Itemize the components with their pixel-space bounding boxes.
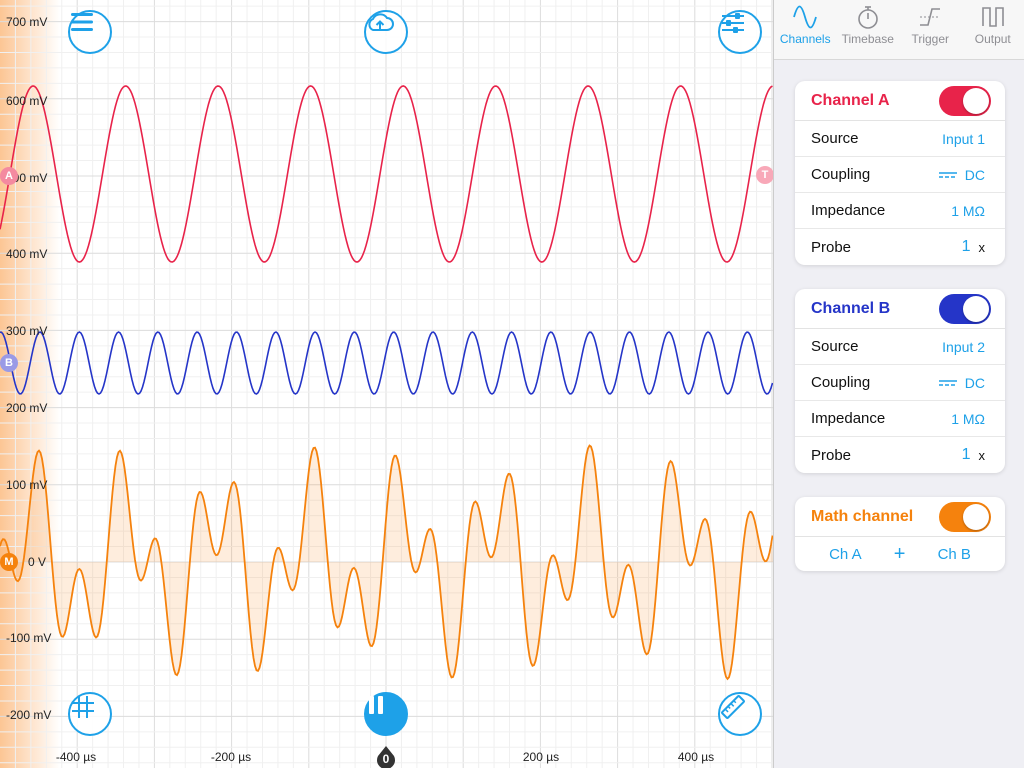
x-label: -200 µs xyxy=(210,750,252,764)
channel-a-header: Channel A xyxy=(795,81,1005,121)
marker-label: M xyxy=(4,556,14,568)
channel-b-impedance-value: 1 MΩ xyxy=(951,410,985,427)
tab-channels[interactable]: Channels xyxy=(774,0,837,59)
math-expression: Ch A + Ch B xyxy=(795,537,1005,571)
y-label: -100 mV xyxy=(6,631,52,645)
oscilloscope-display[interactable]: 700 mV 600 mV 500 mV 400 mV 300 mV 200 m… xyxy=(0,0,773,768)
math-channel-toggle[interactable] xyxy=(939,501,991,532)
ruler-icon xyxy=(721,695,745,719)
channel-a-probe-value: 1 xyxy=(961,238,971,255)
grid-icon xyxy=(72,696,94,718)
tab-trigger[interactable]: Trigger xyxy=(899,0,962,59)
y-label: -200 mV xyxy=(6,708,52,722)
y-label: 0 V xyxy=(28,555,47,569)
channel-b-header: Channel B xyxy=(795,289,1005,329)
channel-b-title: Channel B xyxy=(811,299,891,317)
channel-a-coupling-row[interactable]: Coupling DC xyxy=(795,157,1005,193)
channel-a-source-value: Input 1 xyxy=(942,130,985,147)
cloud-upload-icon xyxy=(368,13,394,31)
row-label: Impedance xyxy=(811,410,886,427)
channel-b-coupling-value: DC xyxy=(964,374,985,391)
channel-a-probe-row[interactable]: Probe 1 x xyxy=(795,229,1005,265)
tab-output[interactable]: Output xyxy=(962,0,1024,59)
trigger-edge-icon xyxy=(920,8,941,26)
channel-b-offset-marker[interactable]: B xyxy=(0,354,18,372)
menu-button[interactable] xyxy=(68,10,112,54)
row-label: Impedance xyxy=(811,202,886,219)
pause-icon xyxy=(369,696,383,714)
tab-label: Timebase xyxy=(841,32,894,46)
tab-timebase[interactable]: Timebase xyxy=(837,0,900,59)
tab-bar: Channels Timebase Trigger Output xyxy=(774,0,1024,60)
stopwatch-icon xyxy=(857,6,878,29)
row-label: Coupling xyxy=(811,166,871,183)
channel-b-card: Channel B Source Input 2 Coupling DC Imped… xyxy=(795,289,1005,473)
math-operand-a[interactable]: Ch A xyxy=(829,546,862,563)
channel-b-toggle[interactable] xyxy=(939,293,991,324)
channel-b-probe-value: 1 xyxy=(961,446,971,463)
row-label: Source xyxy=(811,130,859,147)
trigger-level-marker[interactable]: T xyxy=(756,166,773,184)
channel-a-title: Channel A xyxy=(811,91,890,109)
channel-a-card: Channel A Source Input 1 Coupling DC Imped… xyxy=(795,81,1005,265)
x-label: -400 µs xyxy=(55,750,97,764)
pause-button[interactable] xyxy=(364,692,408,736)
row-label: Probe xyxy=(811,446,852,464)
channel-b-source-row[interactable]: Source Input 2 xyxy=(795,329,1005,365)
channel-a-toggle[interactable] xyxy=(939,85,991,116)
marker-label: A xyxy=(5,170,13,182)
marker-label: T xyxy=(761,169,769,181)
y-label: 700 mV xyxy=(6,15,48,29)
dc-coupling-icon xyxy=(938,379,957,386)
sliders-icon xyxy=(722,13,744,33)
row-label: Coupling xyxy=(811,374,871,391)
probe-unit: x xyxy=(978,239,986,255)
math-channel-header: Math channel xyxy=(795,497,1005,537)
x-label: 400 µs xyxy=(677,750,715,764)
grid-button[interactable] xyxy=(68,692,112,736)
trigger-position-marker[interactable]: 0 xyxy=(376,746,396,768)
waveform-plot xyxy=(0,0,773,768)
tab-label: Channels xyxy=(779,32,831,46)
math-offset-marker[interactable]: M xyxy=(0,553,18,571)
square-wave-icon xyxy=(981,7,1004,27)
tab-label: Trigger xyxy=(911,32,950,46)
channel-b-probe-row[interactable]: Probe 1 x xyxy=(795,437,1005,473)
y-label: 600 mV xyxy=(6,94,48,108)
channel-b-coupling-row[interactable]: Coupling DC xyxy=(795,365,1005,401)
channel-b-source-value: Input 2 xyxy=(942,338,985,355)
channel-a-impedance-row[interactable]: Impedance 1 MΩ xyxy=(795,193,1005,229)
math-operator[interactable]: + xyxy=(894,543,906,566)
channel-a-offset-marker[interactable]: A xyxy=(0,167,18,185)
sine-wave-icon xyxy=(793,5,818,29)
math-channel-card: Math channel Ch A + Ch B xyxy=(795,497,1005,571)
y-label: 400 mV xyxy=(6,247,48,261)
settings-sidebar: Channels Timebase Trigger Output Channel… xyxy=(773,0,1024,768)
y-label: 200 mV xyxy=(6,401,48,415)
x-label: 200 µs xyxy=(522,750,560,764)
zero-marker-label: 0 xyxy=(382,752,390,766)
probe-unit: x xyxy=(978,447,986,463)
settings-button[interactable] xyxy=(718,10,762,54)
measure-button[interactable] xyxy=(718,692,762,736)
y-label: 100 mV xyxy=(6,478,48,492)
math-operand-b[interactable]: Ch B xyxy=(938,546,971,563)
row-label: Probe xyxy=(811,238,852,256)
menu-icon xyxy=(71,13,93,31)
math-channel-title: Math channel xyxy=(811,507,914,525)
dc-coupling-icon xyxy=(938,171,957,178)
tab-label: Output xyxy=(974,32,1011,46)
channel-a-impedance-value: 1 MΩ xyxy=(951,202,985,219)
upload-button[interactable] xyxy=(364,10,408,54)
channel-a-coupling-value: DC xyxy=(964,166,985,183)
channel-b-impedance-row[interactable]: Impedance 1 MΩ xyxy=(795,401,1005,437)
row-label: Source xyxy=(811,338,859,355)
marker-label: B xyxy=(5,357,13,369)
channel-a-source-row[interactable]: Source Input 1 xyxy=(795,121,1005,157)
y-label: 300 mV xyxy=(6,324,48,338)
